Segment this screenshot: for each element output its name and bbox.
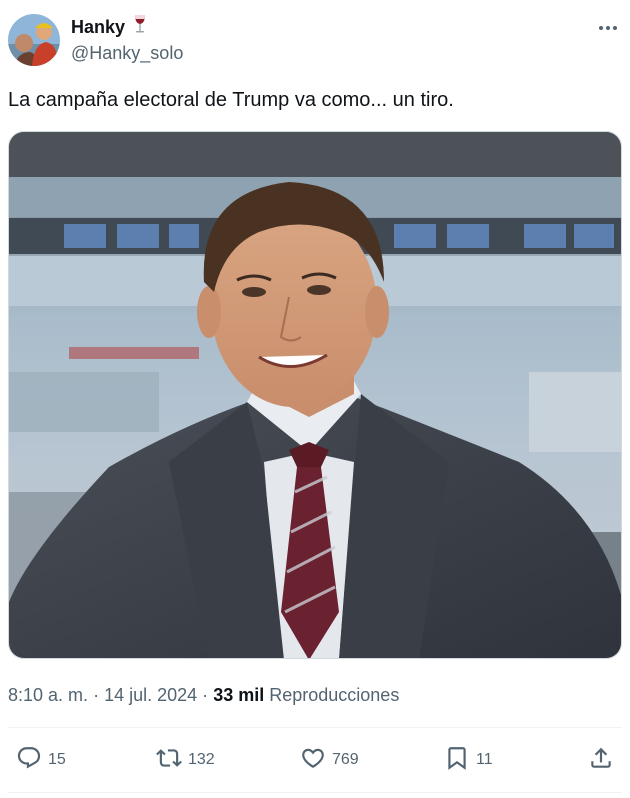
tweet-header: Hanky @Hanky_solo [8,12,622,68]
more-icon[interactable] [596,16,620,40]
bookmark-count: 11 [476,751,493,768]
repost-count: 132 [188,751,215,768]
tweet-date[interactable]: 14 jul. 2024 [104,685,197,705]
tweet-time[interactable]: 8:10 a. m. [8,685,88,705]
display-name[interactable]: Hanky [71,15,125,39]
views-count: 33 mil [213,685,265,705]
reply-icon [16,745,42,776]
divider [8,792,622,793]
reply-count: 15 [48,751,66,768]
divider [8,727,622,728]
views-label: Reproducciones [269,685,400,705]
avatar[interactable] [8,14,60,66]
tweet-text: La campaña electoral de Trump va como...… [8,89,454,111]
display-name-row: Hanky [71,14,183,40]
reply-button[interactable]: 15 [16,740,66,780]
user-block: Hanky @Hanky_solo [71,14,183,66]
tweet-meta: 8:10 a. m. · 14 jul. 2024 · 33 mil Repro… [8,683,399,707]
tweet-photo[interactable] [8,131,622,659]
bookmark-icon [444,745,470,776]
bookmark-button[interactable]: 11 [444,740,493,780]
share-icon [588,745,614,776]
wine-glass-icon [131,14,149,40]
separator: · [202,685,209,705]
share-button[interactable] [588,740,614,780]
repost-icon [156,745,182,776]
repost-button[interactable]: 132 [156,740,215,780]
action-bar: 15 132 769 11 [8,740,622,780]
heart-icon [300,745,326,776]
handle[interactable]: @Hanky_solo [71,40,183,66]
separator: · [93,685,100,705]
like-count: 769 [332,751,359,768]
like-button[interactable]: 769 [300,740,359,780]
